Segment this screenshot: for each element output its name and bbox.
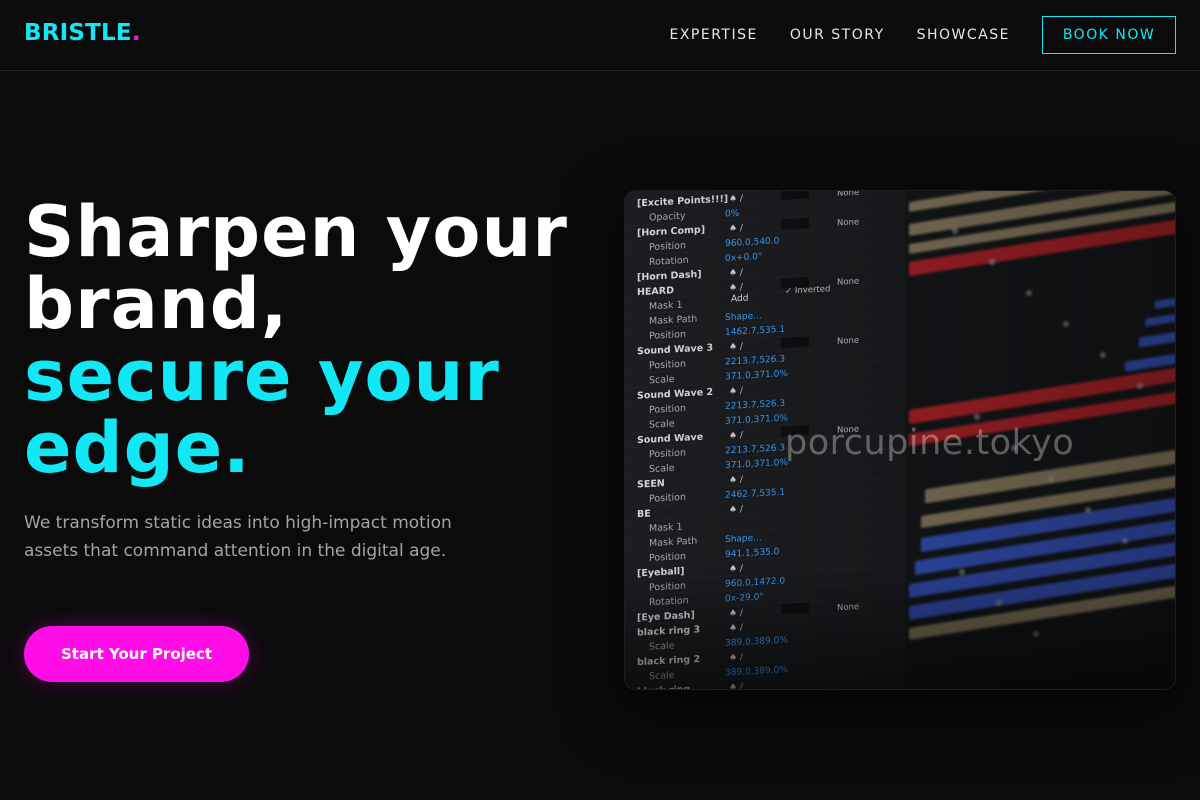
- hero-title-line-2: brand,: [24, 263, 289, 345]
- watermark-text: porcupine.tokyo: [785, 423, 1075, 463]
- start-project-button[interactable]: Start Your Project: [24, 626, 249, 682]
- nav-link-expertise[interactable]: EXPERTISE: [669, 27, 757, 43]
- hero-title: Sharpen your brand, secure your edge.: [24, 196, 604, 484]
- hero-title-accent-line-2: edge.: [24, 407, 251, 489]
- brand-logo[interactable]: BRISTLE.: [24, 20, 141, 46]
- top-navigation: BRISTLE. EXPERTISE OUR STORY SHOWCASE BO…: [0, 0, 1200, 71]
- nav-link-showcase[interactable]: SHOWCASE: [917, 27, 1010, 43]
- hero-subtitle: We transform static ideas into high-impa…: [24, 513, 452, 561]
- hero-title-line-1: Sharpen your: [24, 191, 568, 273]
- book-now-button[interactable]: BOOK NOW: [1042, 16, 1176, 54]
- brand-name: BRISTLE: [24, 20, 132, 46]
- brand-dot: .: [131, 20, 141, 46]
- hero-image-timeline-screenshot: [Excite Points!!!]♠ /NoneOpacity0%[Horn …: [624, 190, 1176, 690]
- hero-title-accent-line-1: secure your: [24, 335, 500, 417]
- nav-link-our-story[interactable]: OUR STORY: [790, 27, 885, 43]
- nav-links: EXPERTISE OUR STORY SHOWCASE BOOK NOW: [669, 16, 1176, 54]
